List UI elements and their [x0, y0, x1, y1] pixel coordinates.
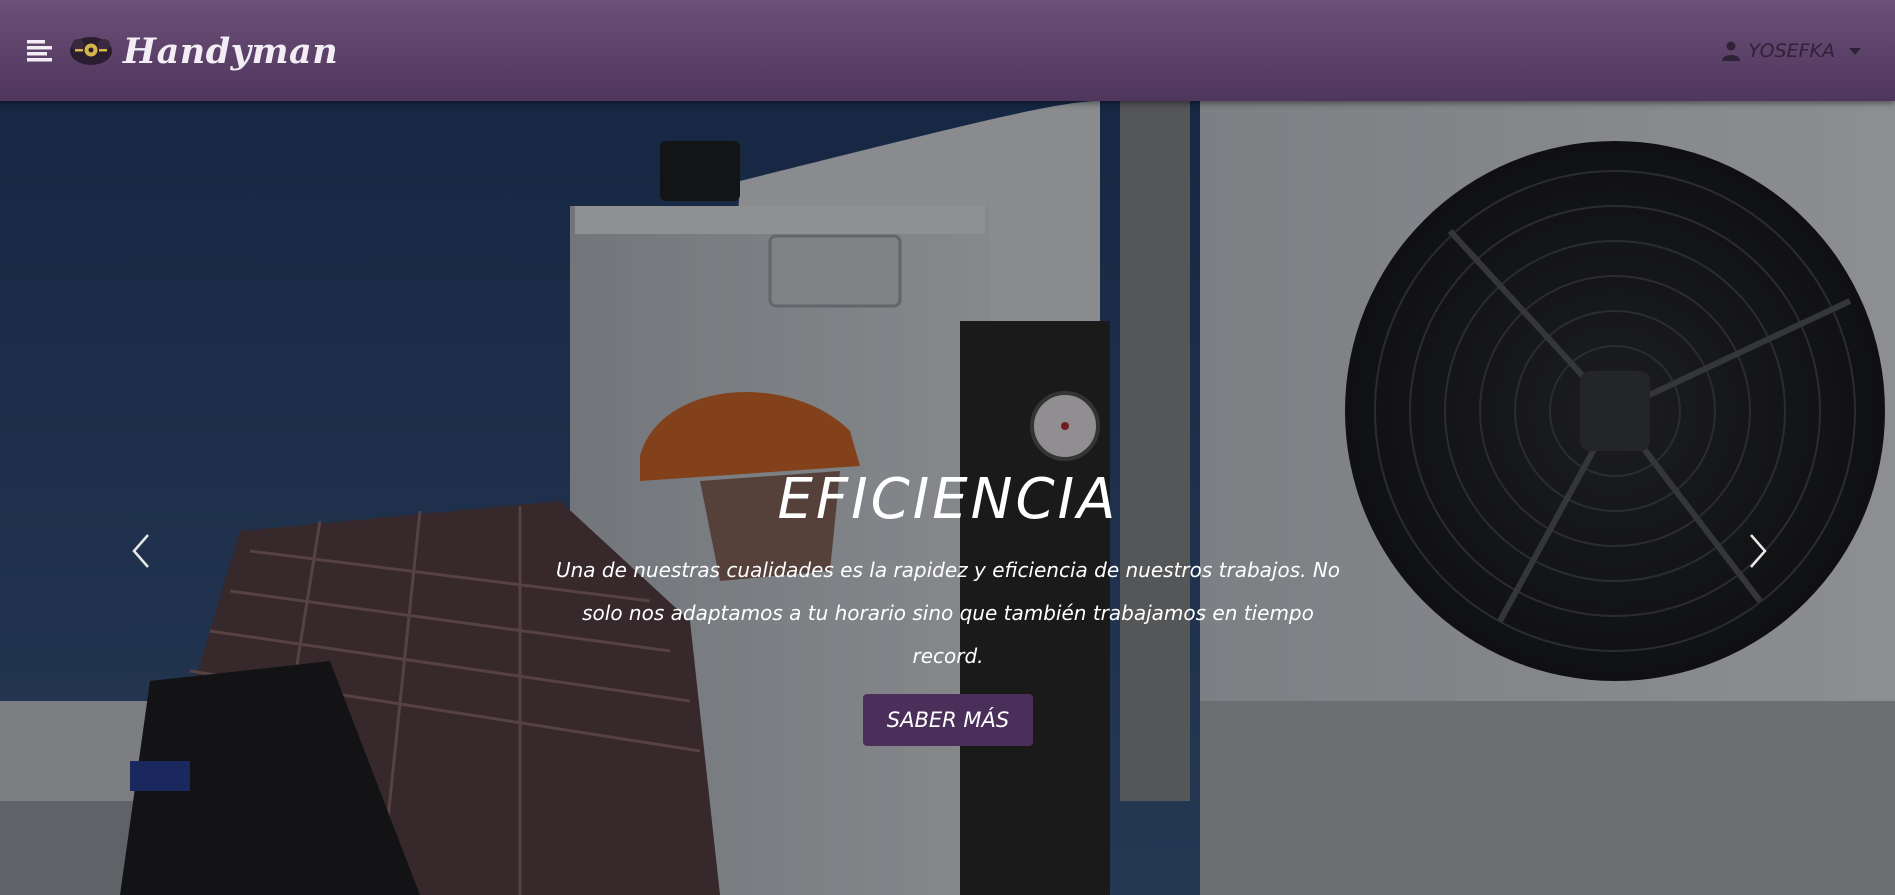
user-name: YOSEFKA — [1748, 40, 1835, 62]
slide-title: EFICIENCIA — [777, 467, 1119, 532]
chevron-right-icon[interactable] — [1741, 531, 1771, 571]
user-icon — [1722, 41, 1741, 61]
saber-mas-button[interactable]: SABER MÁS — [862, 694, 1034, 746]
hamburger-menu-icon[interactable] — [26, 36, 54, 64]
chevron-left-icon[interactable] — [128, 531, 158, 571]
caret-down-icon — [1849, 47, 1861, 55]
carousel-caption: EFICIENCIA Una de nuestras cualidades es… — [547, 465, 1349, 746]
brand-name: Handyman — [123, 30, 339, 72]
user-dropdown[interactable]: YOSEFKA — [1722, 36, 1861, 66]
brand-link[interactable]: Handyman — [69, 26, 338, 76]
handyman-logo — [70, 37, 112, 65]
slide-description: Una de nuestras cualidades es la rapidez… — [555, 558, 1341, 668]
hero-carousel: EFICIENCIA Una de nuestras cualidades es… — [0, 101, 1895, 895]
top-navbar: Handyman YOSEFKA — [0, 0, 1895, 101]
